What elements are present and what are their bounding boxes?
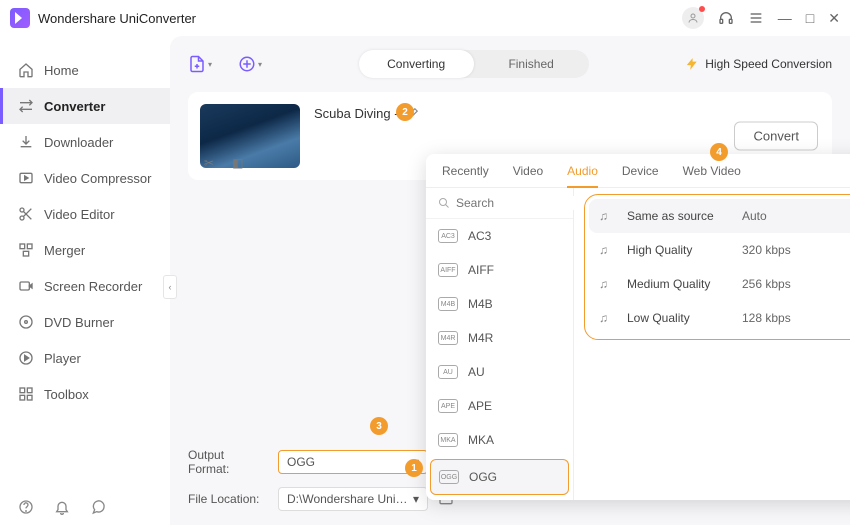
- sidebar-item-recorder[interactable]: Screen Recorder: [0, 268, 170, 304]
- chevron-down-icon: ▾: [208, 60, 212, 69]
- format-item-ac3[interactable]: AC3AC3: [426, 219, 573, 253]
- format-item-aiff[interactable]: AIFFAIFF: [426, 253, 573, 287]
- sidebar-label: Video Compressor: [44, 171, 151, 186]
- merge-icon: [18, 242, 34, 258]
- headset-icon[interactable]: [718, 10, 734, 26]
- sidebar-label: DVD Burner: [44, 315, 114, 330]
- tab-device[interactable]: Device: [622, 164, 659, 187]
- format-item-ogg[interactable]: OGGOGG: [430, 459, 569, 495]
- format-item-ape[interactable]: APEAPE: [426, 389, 573, 423]
- format-item-m4b[interactable]: M4BM4B: [426, 287, 573, 321]
- format-item-m4r[interactable]: M4RM4R: [426, 321, 573, 355]
- sidebar-label: Player: [44, 351, 81, 366]
- tab-webvideo[interactable]: Web Video: [683, 164, 741, 187]
- annotation-4: 4: [710, 143, 728, 161]
- music-icon: ♫: [599, 209, 617, 223]
- bell-icon[interactable]: [54, 499, 70, 515]
- add-file-button[interactable]: ▾: [188, 52, 212, 76]
- grid-icon: [18, 386, 34, 402]
- output-format-label: Output Format:: [188, 448, 268, 476]
- home-icon: [18, 62, 34, 78]
- sidebar-label: Video Editor: [44, 207, 115, 222]
- format-badge-icon: AC3: [438, 229, 458, 243]
- sidebar-label: Merger: [44, 243, 85, 258]
- sidebar-label: Downloader: [44, 135, 113, 150]
- sidebar-label: Toolbox: [44, 387, 89, 402]
- download-icon: [18, 134, 34, 150]
- user-avatar-icon[interactable]: [682, 7, 704, 29]
- file-location-label: File Location:: [188, 492, 268, 506]
- sidebar-label: Screen Recorder: [44, 279, 142, 294]
- sidebar-item-home[interactable]: Home: [0, 52, 170, 88]
- high-speed-toggle[interactable]: High Speed Conversion: [685, 57, 832, 71]
- menu-icon[interactable]: [748, 10, 764, 26]
- sidebar-label: Home: [44, 63, 79, 78]
- sidebar-item-merger[interactable]: Merger: [0, 232, 170, 268]
- trim-icon[interactable]: ✂: [200, 154, 218, 172]
- record-icon: [18, 278, 34, 294]
- compress-icon: [18, 170, 34, 186]
- scissors-icon: [18, 206, 34, 222]
- music-icon: ♫: [599, 243, 617, 257]
- file-name: Scuba Diving -: [314, 106, 399, 121]
- titlebar: Wondershare UniConverter — □ ✕: [0, 0, 850, 36]
- format-badge-icon: AIFF: [438, 263, 458, 277]
- quality-item-medium[interactable]: ♫ Medium Quality 256 kbps: [589, 267, 850, 301]
- format-badge-icon: APE: [438, 399, 458, 413]
- app-title: Wondershare UniConverter: [38, 11, 196, 26]
- tab-recently[interactable]: Recently: [442, 164, 489, 187]
- quality-list: ♫ Same as source Auto ♫ High Quality 320…: [584, 194, 850, 340]
- format-badge-icon: MKA: [438, 433, 458, 447]
- quality-item-low[interactable]: ♫ Low Quality 128 kbps: [589, 301, 850, 335]
- sidebar-item-player[interactable]: Player: [0, 340, 170, 376]
- file-location-select[interactable]: D:\Wondershare UniConverter ▾: [278, 487, 428, 511]
- quality-item-same[interactable]: ♫ Same as source Auto: [589, 199, 850, 233]
- format-item-au[interactable]: AUAU: [426, 355, 573, 389]
- sidebar-item-compressor[interactable]: Video Compressor: [0, 160, 170, 196]
- format-item-mka[interactable]: MKAMKA: [426, 423, 573, 457]
- sidebar: Home Converter Downloader Video Compress…: [0, 36, 170, 525]
- maximize-button[interactable]: □: [806, 11, 814, 25]
- tab-video[interactable]: Video: [513, 164, 543, 187]
- format-popup: Recently Video Audio Device Web Video AC…: [426, 154, 850, 500]
- format-badge-icon: M4R: [438, 331, 458, 345]
- play-icon: [18, 350, 34, 366]
- chevron-down-icon: ▾: [258, 60, 262, 69]
- chevron-down-icon: ▾: [413, 492, 419, 506]
- help-icon[interactable]: [18, 499, 34, 515]
- sidebar-item-toolbox[interactable]: Toolbox: [0, 376, 170, 412]
- format-badge-icon: AU: [438, 365, 458, 379]
- sidebar-item-editor[interactable]: Video Editor: [0, 196, 170, 232]
- search-icon: [438, 197, 450, 209]
- sidebar-label: Converter: [44, 99, 105, 114]
- music-icon: ♫: [599, 277, 617, 291]
- annotation-2: 2: [396, 103, 414, 121]
- disc-icon: [18, 314, 34, 330]
- sidebar-collapse-handle[interactable]: ‹: [163, 275, 177, 299]
- close-button[interactable]: ✕: [828, 11, 840, 25]
- music-icon: ♫: [599, 311, 617, 325]
- chat-icon[interactable]: [90, 499, 106, 515]
- converter-icon: [18, 98, 34, 114]
- format-list[interactable]: AC3AC3 AIFFAIFF M4BM4B M4RM4R AUAU APEAP…: [426, 219, 573, 500]
- crop-icon[interactable]: ◧: [228, 154, 247, 172]
- convert-button[interactable]: Convert: [734, 122, 818, 151]
- sidebar-item-converter[interactable]: Converter: [0, 88, 170, 124]
- seg-finished[interactable]: Finished: [474, 50, 589, 78]
- format-badge-icon: M4B: [438, 297, 458, 311]
- annotation-3: 3: [370, 417, 388, 435]
- footer-icons: [18, 499, 106, 515]
- annotation-1: 1: [405, 459, 423, 477]
- format-badge-icon: OGG: [439, 470, 459, 484]
- status-segment: Converting Finished: [359, 50, 589, 78]
- app-logo-icon: [10, 8, 30, 28]
- minimize-button[interactable]: —: [778, 11, 792, 25]
- add-url-button[interactable]: ▾: [238, 52, 262, 76]
- sidebar-item-dvd[interactable]: DVD Burner: [0, 304, 170, 340]
- sidebar-item-downloader[interactable]: Downloader: [0, 124, 170, 160]
- tab-audio[interactable]: Audio: [567, 164, 598, 188]
- main-area: ▾ ▾ Converting Finished High Speed Conve…: [170, 36, 850, 525]
- seg-converting[interactable]: Converting: [359, 50, 474, 78]
- quality-item-high[interactable]: ♫ High Quality 320 kbps: [589, 233, 850, 267]
